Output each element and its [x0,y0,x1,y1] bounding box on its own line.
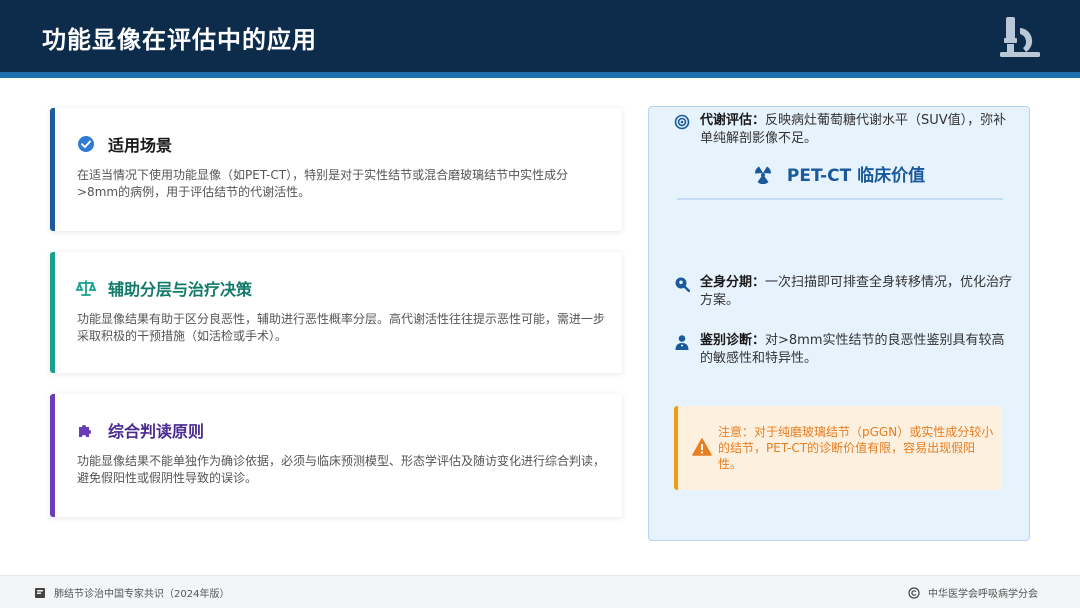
panel-item-label: 全身分期： [700,275,766,290]
card-interpretation-principles: 综合判读原则 功能显像结果不能单独作为确诊依据，必须与临床预测模型、形态学评估及… [50,394,622,517]
card-accent-bar [50,394,55,517]
panel-item-staging: 全身分期：一次扫描即可排查全身转移情况，优化治疗方案。 [674,274,1014,310]
card-title: 综合判读原则 [108,422,205,441]
puzzle-piece-icon [76,420,96,440]
card-accent-bar [50,252,55,373]
card-body: 功能显像结果不能单独作为确诊依据，必须与临床预测模型、形态学评估及随访变化进行综… [77,454,606,485]
warning-text: 注意：对于纯磨玻璃结节（pGGN）或实性成分较小的结节，PET-CT的诊断价值有… [718,425,994,471]
card-body: 在适当情况下使用功能显像（如PET-CT），特别是对于实性结节或混合磨玻璃结节中… [77,168,569,199]
radiation-icon [754,166,771,184]
card-body: 功能显像结果有助于区分良恶性，辅助进行恶性概率分层。高代谢活性往往提示恶性可能，… [77,312,606,343]
page-header: 功能显像在评估中的应用 [0,0,1080,78]
warning-icon [692,438,712,456]
page-title: 功能显像在评估中的应用 [42,26,317,54]
panel-item-metabolic: 代谢评估：反映病灶葡萄糖代谢水平（SUV值），弥补单纯解剖影像不足。 [674,112,1014,148]
book-icon [35,587,45,598]
copyright-icon [908,586,920,599]
balance-scale-icon [76,278,96,298]
card-risk-stratification: 辅助分层与治疗决策 功能显像结果有助于区分良恶性，辅助进行恶性概率分层。高代谢活… [50,252,622,373]
page-footer: 肺结节诊治中国专家共识（2024年版） 中华医学会呼吸病学分会 [0,575,1080,608]
warning-note: 注意：对于纯磨玻璃结节（pGGN）或实性成分较小的结节，PET-CT的诊断价值有… [674,406,1002,490]
panel-title: PET-CT 临床价值 [786,166,926,186]
card-title: 辅助分层与治疗决策 [108,280,253,299]
target-icon [674,114,690,130]
microscope-icon [1000,17,1040,57]
search-location-icon [675,277,690,292]
footer-source: 肺结节诊治中国专家共识（2024年版） [54,589,230,600]
panel-item-label: 代谢评估： [700,113,766,128]
card-accent-bar [50,108,55,231]
panel-item-label: 鉴别诊断： [700,333,766,348]
card-applicable-scenarios: 适用场景 在适当情况下使用功能显像（如PET-CT），特别是对于实性结节或混合磨… [50,108,622,231]
user-doctor-icon [675,335,689,350]
panel-divider [677,198,1003,200]
check-circle-icon [76,134,96,154]
footer-org: 中华医学会呼吸病学分会 [928,589,1038,600]
panel-item-diagnosis: 鉴别诊断：对>8mm实性结节的良恶性鉴别具有较高的敏感性和特异性。 [674,332,1014,368]
card-title: 适用场景 [108,136,173,155]
